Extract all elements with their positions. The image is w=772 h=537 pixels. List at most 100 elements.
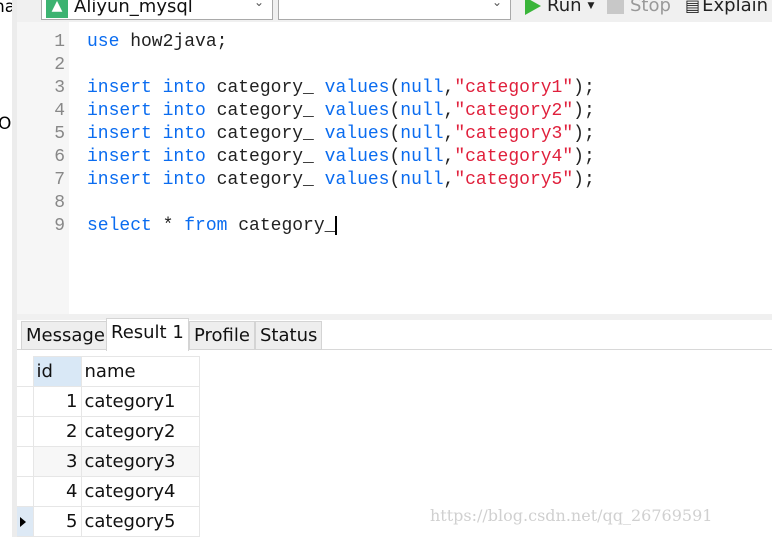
caret-down-icon[interactable]: ▼ [588, 1, 595, 11]
code-line[interactable]: insert into category_ values(null,"categ… [87, 169, 595, 192]
sql-keyword: insert [87, 147, 152, 167]
sql-text: , [443, 124, 455, 144]
row-header[interactable] [17, 386, 34, 417]
cell-id[interactable]: 2 [32, 416, 82, 447]
line-number: 5 [54, 124, 65, 144]
sql-keyword: null [400, 147, 444, 167]
code-line[interactable]: select * from category_ [87, 215, 338, 238]
sql-text: how2java; [119, 32, 228, 52]
sql-keyword: null [400, 78, 444, 98]
row-header[interactable] [17, 446, 34, 477]
line-number: 8 [54, 193, 65, 213]
sql-text: ); [573, 147, 595, 167]
sql-text: , [443, 78, 455, 98]
sql-text: category_ [205, 124, 325, 144]
table-row[interactable]: 4 category4 [17, 476, 200, 507]
sql-keyword: null [400, 124, 444, 144]
sql-text: ( [389, 124, 401, 144]
watermark: https://blog.csdn.net/qq_26769591 [430, 506, 713, 525]
column-header-id[interactable]: id [32, 356, 82, 387]
line-number-gutter: 1 2 3 4 5 6 7 8 9 [17, 22, 69, 314]
cell-id[interactable]: 4 [32, 476, 82, 507]
left-panel: na O [0, 0, 12, 537]
code-line[interactable]: use how2java; [87, 31, 227, 54]
table-row[interactable]: 2 category2 [17, 416, 200, 447]
sql-keyword: values [324, 124, 390, 144]
play-icon [525, 0, 541, 15]
tab-status[interactable]: Status [255, 321, 323, 350]
database-select[interactable]: ⌄ [278, 0, 511, 20]
sql-text: category_ [205, 101, 325, 121]
cell-id[interactable]: 3 [32, 446, 82, 477]
sql-keyword: into [162, 78, 206, 98]
line-number: 2 [54, 55, 65, 75]
sql-keyword: into [162, 101, 206, 121]
code-line[interactable]: insert into category_ values(null,"categ… [87, 77, 595, 100]
header-row: id name [17, 356, 200, 387]
table-row[interactable]: 1 category1 [17, 386, 200, 417]
cell-id[interactable]: 1 [32, 386, 82, 417]
cell-id[interactable]: 5 [32, 506, 82, 537]
line-number: 7 [54, 170, 65, 190]
code-line[interactable]: insert into category_ values(null,"categ… [87, 100, 595, 123]
run-button[interactable]: Run ▼ [525, 0, 594, 16]
connection-value: Aliyun_mysql [74, 0, 193, 17]
sql-keyword: values [324, 78, 390, 98]
cell-name[interactable]: category2 [80, 416, 200, 447]
sql-keyword: insert [87, 101, 152, 121]
chevron-down-icon: ⌄ [253, 0, 264, 9]
row-header[interactable] [17, 506, 34, 537]
sql-keyword: from [184, 216, 228, 236]
stop-label: Stop [630, 0, 671, 16]
tab-message[interactable]: Message [21, 321, 110, 350]
line-number: 1 [54, 32, 65, 52]
table-row-current[interactable]: 5 category5 [17, 506, 200, 537]
cell-name[interactable]: category3 [80, 446, 200, 477]
tab-profile[interactable]: Profile [189, 321, 255, 350]
sql-keyword: null [400, 101, 444, 121]
sql-keyword: values [324, 101, 390, 121]
tab-result-1[interactable]: Result 1 [106, 318, 189, 351]
sql-keyword: values [324, 147, 390, 167]
sql-string: "category1" [454, 78, 574, 98]
sql-text: * [151, 216, 185, 236]
table-row[interactable]: 3 category3 [17, 446, 200, 477]
row-header-corner [17, 356, 34, 387]
sql-keyword: insert [87, 78, 152, 98]
explain-label: Explain [702, 0, 769, 16]
stop-button[interactable]: Stop [607, 0, 671, 16]
row-header[interactable] [17, 476, 34, 507]
sql-keyword: null [400, 170, 444, 190]
code-line[interactable]: insert into category_ values(null,"categ… [87, 146, 595, 169]
line-number: 3 [54, 78, 65, 98]
code-line[interactable]: insert into category_ values(null,"categ… [87, 123, 595, 146]
cell-name[interactable]: category4 [80, 476, 200, 507]
sql-text: ( [389, 147, 401, 167]
column-header-name[interactable]: name [80, 356, 200, 387]
sql-text: ); [573, 101, 595, 121]
sql-text: ); [573, 170, 595, 190]
chevron-down-icon: ⌄ [491, 0, 502, 9]
row-header[interactable] [17, 416, 34, 447]
explain-button[interactable]: ▤ Explain [685, 0, 768, 16]
connection-select[interactable]: ▲ Aliyun_mysql ⌄ [41, 0, 273, 20]
left-panel-text: na [0, 0, 12, 17]
cell-name[interactable]: category1 [80, 386, 200, 417]
sql-text: category_ [227, 216, 336, 236]
sql-keyword: insert [87, 170, 152, 190]
sql-text: , [443, 170, 455, 190]
cell-name[interactable]: category5 [80, 506, 200, 537]
sql-text: ); [573, 124, 595, 144]
line-number: 6 [54, 147, 65, 167]
sql-text: category_ [205, 170, 325, 190]
run-label: Run [547, 0, 582, 16]
toolbar: ▲ Aliyun_mysql ⌄ ⌄ Run ▼ Stop ▤ Explain [17, 0, 772, 22]
sql-text: ( [389, 101, 401, 121]
sql-editor[interactable]: use how2java; insert into category_ value… [69, 22, 772, 314]
sql-text: , [443, 101, 455, 121]
sql-text: category_ [205, 78, 325, 98]
sql-text: category_ [205, 147, 325, 167]
